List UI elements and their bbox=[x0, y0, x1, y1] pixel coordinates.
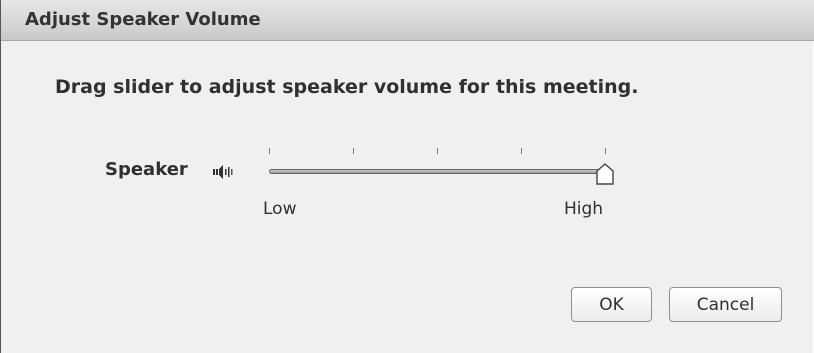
slider-max-label: High bbox=[564, 199, 604, 219]
slider-tick bbox=[353, 148, 354, 154]
slider-tick bbox=[521, 148, 522, 154]
adjust-speaker-volume-dialog: Adjust Speaker Volume Drag slider to adj… bbox=[0, 0, 814, 353]
speaker-volume-icon bbox=[213, 164, 235, 180]
instruction-text: Drag slider to adjust speaker volume for… bbox=[55, 76, 639, 98]
slider-thumb[interactable] bbox=[596, 163, 614, 185]
cancel-button[interactable]: Cancel bbox=[669, 287, 782, 322]
slider-track[interactable] bbox=[269, 169, 605, 174]
slider-min-label: Low bbox=[263, 199, 297, 219]
slider-fill bbox=[270, 170, 604, 173]
speaker-label: Speaker bbox=[105, 159, 188, 180]
dialog-title: Adjust Speaker Volume bbox=[25, 9, 261, 30]
page: Adjust Speaker Volume Drag slider to adj… bbox=[0, 0, 814, 353]
dialog-titlebar[interactable]: Adjust Speaker Volume bbox=[1, 0, 814, 41]
slider-tick bbox=[269, 148, 270, 154]
speaker-volume-slider[interactable] bbox=[263, 144, 619, 194]
slider-tick bbox=[437, 148, 438, 154]
ok-button[interactable]: OK bbox=[571, 287, 652, 322]
slider-tick bbox=[605, 148, 606, 154]
